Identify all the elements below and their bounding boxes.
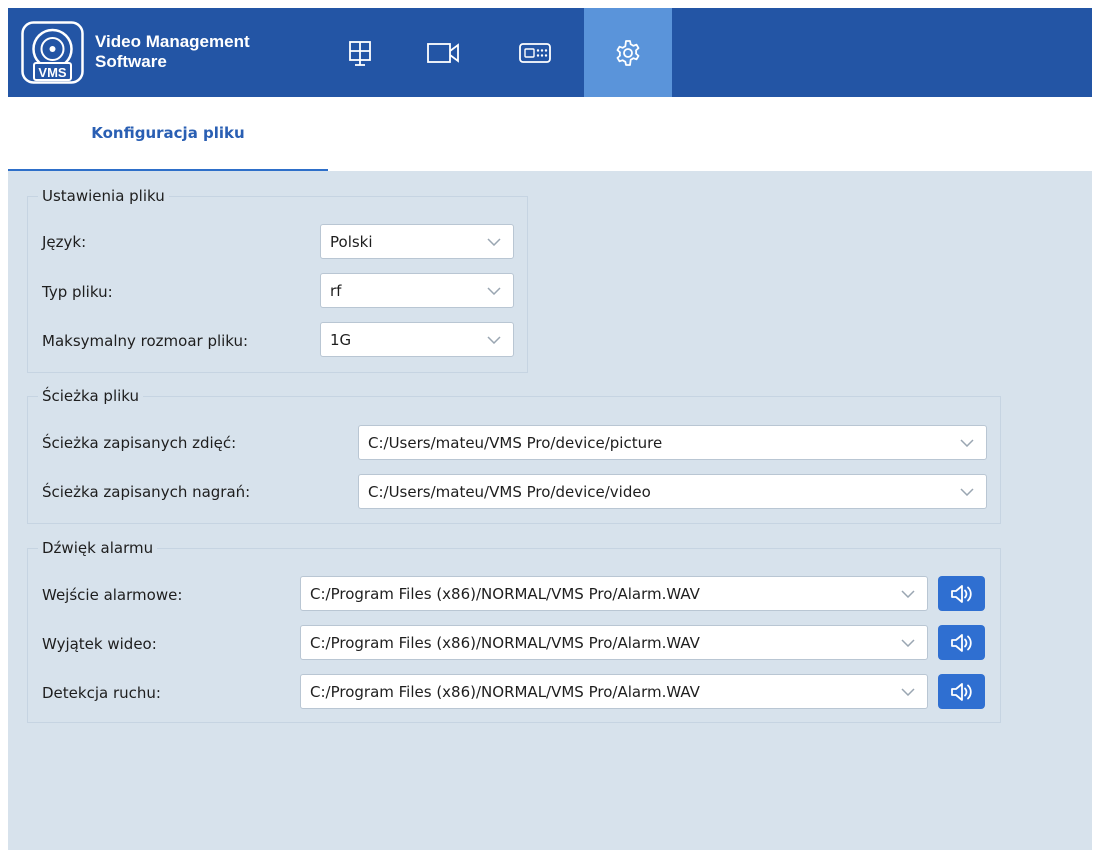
alarm-sound-title: Dźwięk alarmu (38, 539, 158, 557)
file-settings-title: Ustawienia pliku (38, 187, 169, 205)
nav-camera-button[interactable] (405, 8, 481, 97)
chevron-down-icon (475, 237, 513, 246)
chevron-down-icon (889, 687, 927, 696)
svg-text:VMS: VMS (38, 65, 67, 80)
pictures-path-value: C:/Users/mateu/VMS Pro/device/picture (368, 433, 663, 452)
grid-layout-icon (349, 40, 371, 66)
alarm-input-select[interactable]: C:/Program Files (x86)/NORMAL/VMS Pro/Al… (300, 576, 928, 611)
file-path-title: Ścieżka pliku (38, 387, 144, 405)
chevron-down-icon (889, 638, 927, 647)
recordings-path-value: C:/Users/mateu/VMS Pro/device/video (368, 482, 651, 501)
camera-icon (427, 42, 459, 63)
recordings-path-label: Ścieżka zapisanych nagrań: (42, 483, 251, 501)
speaker-icon (950, 584, 972, 603)
pictures-path-select[interactable]: C:/Users/mateu/VMS Pro/device/picture (358, 425, 987, 460)
app-title-line-2: Software (95, 52, 167, 71)
gear-icon (616, 39, 640, 66)
play-motion-detection-button[interactable] (938, 674, 985, 709)
chevron-down-icon (475, 335, 513, 344)
motion-detection-value: C:/Program Files (x86)/NORMAL/VMS Pro/Al… (310, 682, 700, 701)
tab-file-configuration[interactable]: Konfiguracja pliku (8, 97, 328, 171)
language-select[interactable]: Polski (320, 224, 514, 259)
language-value: Polski (330, 232, 373, 251)
chevron-down-icon (948, 438, 986, 447)
alarm-input-label: Wejście alarmowe: (42, 586, 183, 604)
nav-device-button[interactable] (497, 8, 573, 97)
alarm-input-value: C:/Program Files (x86)/NORMAL/VMS Pro/Al… (310, 584, 700, 603)
play-video-exception-button[interactable] (938, 625, 985, 660)
motion-detection-label: Detekcja ruchu: (42, 684, 161, 702)
speaker-icon (950, 682, 972, 701)
vms-logo: VMS (21, 21, 84, 84)
speaker-icon (950, 633, 972, 652)
top-bar: VMS Video Management Software (8, 8, 1092, 97)
play-alarm-input-button[interactable] (938, 576, 985, 611)
recorder-device-icon (519, 42, 551, 63)
max-file-size-value: 1G (330, 330, 352, 349)
app-title: Video Management Software (95, 32, 305, 72)
video-exception-value: C:/Program Files (x86)/NORMAL/VMS Pro/Al… (310, 633, 700, 652)
app-title-line-1: Video Management (95, 32, 250, 51)
chevron-down-icon (475, 286, 513, 295)
file-type-value: rf (330, 281, 342, 300)
max-file-size-label: Maksymalny rozmoar pliku: (42, 332, 249, 350)
recordings-path-select[interactable]: C:/Users/mateu/VMS Pro/device/video (358, 474, 987, 509)
tab-bar: Konfiguracja pliku (8, 97, 1092, 171)
pictures-path-label: Ścieżka zapisanych zdięć: (42, 434, 237, 452)
language-label: Język: (42, 233, 87, 251)
video-exception-label: Wyjątek wideo: (42, 635, 157, 653)
file-type-select[interactable]: rf (320, 273, 514, 308)
video-exception-select[interactable]: C:/Program Files (x86)/NORMAL/VMS Pro/Al… (300, 625, 928, 660)
chevron-down-icon (889, 589, 927, 598)
file-type-label: Typ pliku: (42, 283, 113, 301)
nav-layout-button[interactable] (322, 8, 398, 97)
settings-panel: Ustawienia pliku Język: Polski Typ pliku… (8, 171, 1092, 850)
motion-detection-select[interactable]: C:/Program Files (x86)/NORMAL/VMS Pro/Al… (300, 674, 928, 709)
nav-settings-button[interactable] (584, 8, 672, 97)
tab-label: Konfiguracja pliku (91, 124, 245, 142)
chevron-down-icon (948, 487, 986, 496)
max-file-size-select[interactable]: 1G (320, 322, 514, 357)
